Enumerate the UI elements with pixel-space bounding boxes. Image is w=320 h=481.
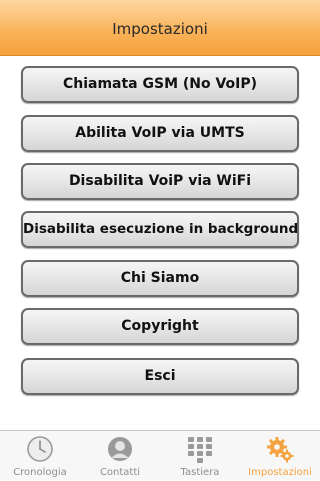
person-icon — [108, 437, 132, 461]
tab-bar: Cronologia Contatti Tastiera Impostazion… — [0, 430, 320, 480]
tab-label: Cronologia — [13, 467, 67, 478]
gears-icon — [267, 437, 294, 463]
navigation-bar: Impostazioni — [0, 0, 320, 56]
tab-label: Contatti — [99, 467, 141, 478]
tab-label: Impostazioni — [248, 467, 312, 478]
copyright-button[interactable]: Copyright — [21, 308, 299, 345]
exit-button[interactable]: Esci — [21, 358, 299, 395]
disable-background-button[interactable]: Disabilita esecuzione in background — [21, 211, 299, 248]
page-title: Impostazioni — [112, 20, 208, 38]
tab-label: Tastiera — [180, 467, 220, 478]
tab-impostazioni[interactable]: Impostazioni — [240, 431, 320, 481]
keypad-icon — [188, 437, 212, 463]
clock-icon — [27, 436, 53, 462]
enable-voip-umts-button[interactable]: Abilita VoIP via UMTS — [21, 115, 299, 152]
tab-tastiera[interactable]: Tastiera — [160, 431, 240, 481]
about-button[interactable]: Chi Siamo — [21, 260, 299, 297]
tab-contatti[interactable]: Contatti — [80, 431, 160, 481]
settings-list: Chiamata GSM (No VoIP) Abilita VoIP via … — [0, 56, 320, 430]
disable-voip-wifi-button[interactable]: Disabilita VoiP via WiFi — [21, 163, 299, 200]
gsm-call-button[interactable]: Chiamata GSM (No VoIP) — [21, 66, 299, 103]
tab-cronologia[interactable]: Cronologia — [0, 431, 80, 481]
